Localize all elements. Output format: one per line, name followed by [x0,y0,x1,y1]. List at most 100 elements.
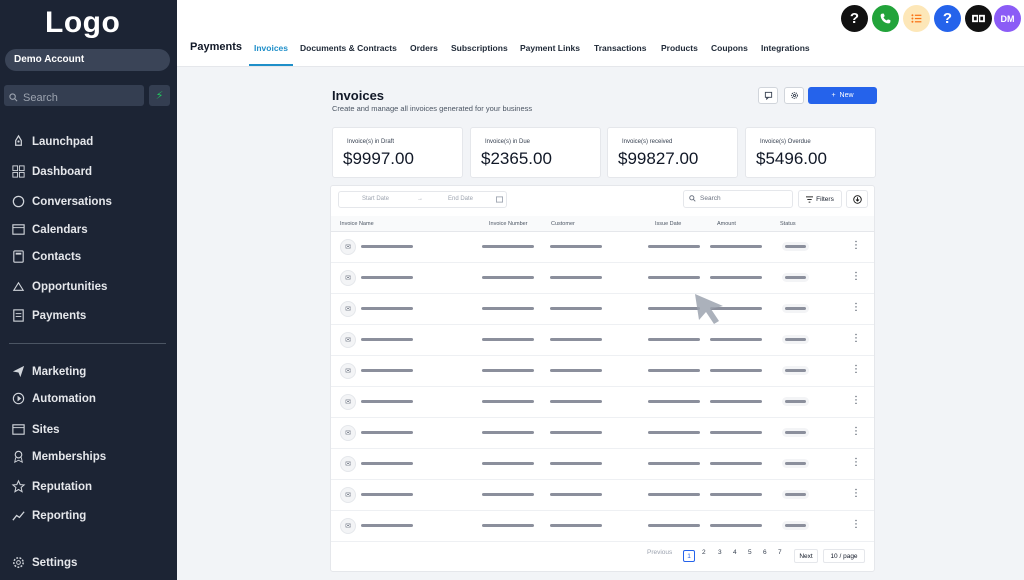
page-size-select[interactable]: 10 / page [823,549,865,563]
customer-placeholder [550,245,602,248]
download-button[interactable] [846,190,868,208]
row-actions-button[interactable]: ⋮ [851,396,861,406]
calendar-icon [496,196,503,203]
docs-button[interactable] [965,5,992,32]
sidebar-search-input[interactable]: Search [4,85,144,106]
amount-placeholder [710,338,762,341]
column-invoice-number[interactable]: Invoice Number [489,221,528,227]
table-row[interactable]: ✉ ⋮ [331,232,874,263]
payments-icon [13,309,24,322]
column-issue-date[interactable]: Issue Date [655,221,681,227]
page-4-button[interactable]: 4 [733,549,737,556]
settings-button[interactable] [784,87,804,104]
quick-action-button[interactable]: ⚡ [149,85,170,106]
sidebar-item-calendars[interactable]: Calendars [11,222,88,237]
tab-integrations[interactable]: Integrations [761,43,810,53]
row-actions-button[interactable]: ⋮ [851,272,861,282]
more-vertical-icon: ⋮ [851,333,861,344]
search-icon [9,93,18,102]
sidebar-item-sites[interactable]: Sites [11,422,60,437]
issue-date-placeholder [648,431,700,434]
question-icon: ? [849,10,860,27]
tab-orders[interactable]: Orders [410,43,438,53]
table-row[interactable]: ✉ ⋮ [331,263,874,294]
row-actions-button[interactable]: ⋮ [851,489,861,499]
row-actions-button[interactable]: ⋮ [851,241,861,251]
previous-page-button[interactable]: Previous [647,549,672,556]
sidebar-item-opportunities[interactable]: Opportunities [11,279,107,294]
sidebar-item-settings[interactable]: Settings [11,555,77,570]
rocket-icon [15,134,22,146]
table-row[interactable]: ✉ ⋮ [331,449,874,480]
sidebar-item-payments[interactable]: Payments [11,308,86,323]
tab-payment-links[interactable]: Payment Links [520,43,580,53]
opportunities-icon [12,281,25,291]
tab-transactions[interactable]: Transactions [594,43,646,53]
tab-invoices[interactable]: Invoices [254,43,288,53]
user-avatar[interactable]: DM [994,5,1021,32]
date-range-picker[interactable]: Start Date → End Date [338,191,507,208]
column-amount[interactable]: Amount [717,221,736,227]
column-customer[interactable]: Customer [551,221,575,227]
sidebar-item-reporting[interactable]: Reporting [11,508,86,523]
amount-placeholder [710,524,762,527]
table-row[interactable]: ✉ ⋮ [331,294,874,325]
customer-placeholder [550,462,602,465]
page-6-button[interactable]: 6 [763,549,767,556]
invoice-number-placeholder [482,524,534,527]
support-button[interactable]: ? [934,5,961,32]
invoice-name-placeholder [361,369,413,372]
help-button[interactable]: ? [841,5,868,32]
row-actions-button[interactable]: ⋮ [851,334,861,344]
page-3-button[interactable]: 3 [718,549,722,556]
tab-subscriptions[interactable]: Subscriptions [451,43,508,53]
sidebar-item-dashboard[interactable]: Dashboard [11,164,92,179]
phone-button[interactable] [872,5,899,32]
sidebar-item-launchpad[interactable]: Launchpad [11,134,93,149]
filters-button[interactable]: Filters [798,190,842,208]
column-status[interactable]: Status [780,221,796,227]
table-search-input[interactable]: Search [683,190,793,208]
gear-icon [790,92,798,99]
tab-products[interactable]: Products [661,43,698,53]
page-2-button[interactable]: 2 [702,549,706,556]
table-row[interactable]: ✉ ⋮ [331,511,874,542]
sidebar-item-automation[interactable]: Automation [11,391,96,406]
next-page-button[interactable]: Next [794,549,818,563]
tasks-button[interactable] [903,5,930,32]
row-actions-button[interactable]: ⋮ [851,458,861,468]
customer-placeholder [550,369,602,372]
new-invoice-button[interactable]: + New [808,87,877,104]
table-row[interactable]: ✉ ⋮ [331,356,874,387]
row-actions-button[interactable]: ⋮ [851,303,861,313]
tab-documents-contracts[interactable]: Documents & Contracts [300,43,397,53]
table-row[interactable]: ✉ ⋮ [331,418,874,449]
customer-placeholder [550,307,602,310]
arrow-right-icon: → [417,196,423,202]
issue-date-placeholder [648,245,700,248]
table-row[interactable]: ✉ ⋮ [331,387,874,418]
status-badge [782,335,809,344]
sidebar-item-memberships[interactable]: Memberships [11,449,106,464]
table-row[interactable]: ✉ ⋮ [331,480,874,511]
feedback-button[interactable] [758,87,778,104]
sidebar-item-conversations[interactable]: Conversations [11,194,112,209]
invoice-number-placeholder [482,338,534,341]
row-actions-button[interactable]: ⋮ [851,365,861,375]
account-switcher[interactable]: Demo Account [5,49,170,71]
sidebar-item-marketing[interactable]: Marketing [11,364,86,379]
row-actions-button[interactable]: ⋮ [851,427,861,437]
invoice-icon: ✉ [340,425,356,441]
row-actions-button[interactable]: ⋮ [851,520,861,530]
table-row[interactable]: ✉ ⋮ [331,325,874,356]
send-icon [12,365,25,378]
tab-coupons[interactable]: Coupons [711,43,748,53]
column-invoice-name[interactable]: Invoice Name [340,221,374,227]
sidebar-item-reputation[interactable]: Reputation [11,479,92,494]
page-5-button[interactable]: 5 [748,549,752,556]
amount-placeholder [710,462,762,465]
page-7-button[interactable]: 7 [778,549,782,556]
page-1-button[interactable]: 1 [683,550,695,562]
sidebar-item-contacts[interactable]: Contacts [11,249,81,264]
amount-placeholder [710,493,762,496]
